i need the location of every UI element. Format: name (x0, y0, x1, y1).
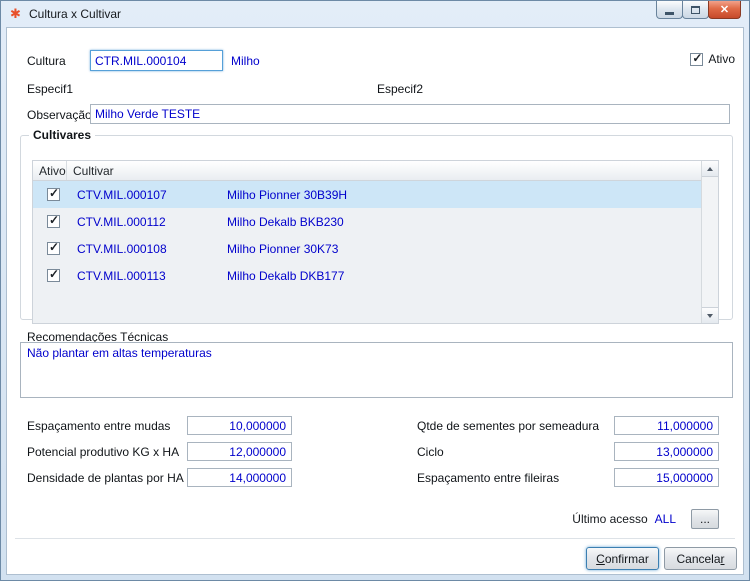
ultimo-acesso-field: Último acesso ALL ... (572, 509, 719, 529)
cultivar-name: Milho Pionner 30K73 (227, 242, 339, 256)
titlebar: ✱ Cultura x Cultivar (1, 1, 749, 26)
cultivar-code: CTV.MIL.000108 (77, 242, 167, 256)
cultura-input[interactable] (90, 50, 223, 71)
scroll-down-button[interactable] (702, 307, 718, 323)
app-icon: ✱ (10, 6, 21, 21)
cultura-label: Cultura (27, 54, 66, 68)
ativo-checkbox[interactable] (690, 51, 704, 66)
metric-label: Qtde de sementes por semeadura (417, 418, 600, 433)
confirm-button[interactable]: Confirmar (586, 547, 659, 570)
window-title: Cultura x Cultivar (29, 6, 122, 21)
cultivar-name: Milho Pionner 30B39H (227, 188, 348, 202)
browse-button[interactable]: ... (691, 509, 719, 529)
cancel-button[interactable]: Cancelar (664, 547, 737, 570)
scroll-up-icon (707, 166, 713, 171)
cultivar-name: Milho Dekalb BKB230 (227, 215, 344, 229)
dialog-cultura-x-cultivar: ✱ Cultura x Cultivar ✕ Cultura Milho Ati… (0, 0, 750, 581)
metric-row: Densidade de plantas por HA 14,000000 (20, 468, 292, 487)
table-row[interactable]: CTV.MIL.000112 Milho Dekalb BKB230 (33, 208, 701, 235)
metric-value-input[interactable]: 10,000000 (187, 416, 292, 435)
metric-label: Espaçamento entre mudas (27, 418, 171, 433)
metric-label: Densidade de plantas por HA (27, 470, 184, 485)
cultivares-table: Ativo Cultivar CTV.MIL.000107 Milho Pion… (32, 160, 719, 324)
scroll-up-button[interactable] (702, 161, 718, 177)
metric-value-input[interactable]: 13,000000 (614, 442, 719, 461)
metric-label: Espaçamento entre fileiras (417, 470, 560, 485)
metric-value-input[interactable]: 11,000000 (614, 416, 719, 435)
dialog-content: Cultura Milho Ativo Especif1 Especif2 Ob… (6, 27, 744, 575)
table-scrollbar[interactable] (701, 161, 718, 323)
table-row[interactable]: CTV.MIL.000108 Milho Pionner 30K73 (33, 235, 701, 262)
column-header-ativo: Ativo (33, 161, 67, 180)
row-ativo-checkbox[interactable] (47, 213, 60, 228)
maximize-button[interactable] (682, 1, 709, 19)
row-ativo-checkbox[interactable] (47, 186, 60, 201)
close-icon: ✕ (719, 3, 730, 16)
metric-label: Potencial produtivo KG x HA (27, 444, 180, 459)
column-header-cultivar: Cultivar (73, 164, 114, 178)
cultivar-code: CTV.MIL.000107 (77, 188, 167, 202)
minimize-button[interactable] (656, 1, 683, 19)
metric-row: Espaçamento entre mudas 10,000000 (20, 416, 292, 435)
minimize-icon (665, 11, 674, 15)
metric-value-input[interactable]: 14,000000 (187, 468, 292, 487)
cultivares-group: Cultivares Ativo Cultivar CTV.MIL.000107… (20, 128, 733, 324)
table-row[interactable]: CTV.MIL.000113 Milho Dekalb DKB177 (33, 262, 701, 289)
cultivar-code: CTV.MIL.000112 (77, 215, 166, 229)
ultimo-acesso-label: Último acesso (572, 512, 648, 526)
table-header: Ativo Cultivar (33, 161, 701, 181)
ultimo-acesso-value: ALL (654, 512, 676, 526)
table-body: CTV.MIL.000107 Milho Pionner 30B39H CTV.… (33, 181, 701, 323)
cultivar-name: Milho Dekalb DKB177 (227, 269, 345, 283)
metric-row: Ciclo 13,000000 (412, 442, 719, 461)
metric-row: Espaçamento entre fileiras 15,000000 (412, 468, 719, 487)
recomendacoes-textarea[interactable] (20, 342, 733, 398)
cultura-description: Milho (231, 54, 260, 68)
row-ativo-checkbox[interactable] (47, 240, 60, 255)
observacao-label: Observação (27, 108, 92, 122)
maximize-icon (691, 5, 700, 14)
metric-row: Potencial produtivo KG x HA 12,000000 (20, 442, 292, 461)
metric-row: Qtde de sementes por semeadura 11,000000 (412, 416, 719, 435)
especif1-label: Especif1 (27, 82, 74, 96)
metric-value-input[interactable]: 15,000000 (614, 468, 719, 487)
metrics-left-column: Espaçamento entre mudas 10,000000 Potenc… (20, 416, 292, 494)
row-ativo-checkbox[interactable] (47, 267, 60, 282)
ativo-field: Ativo (690, 51, 735, 66)
metric-value-input[interactable]: 12,000000 (187, 442, 292, 461)
especif2-label: Especif2 (377, 82, 424, 96)
observacao-input[interactable] (90, 104, 730, 124)
table-row[interactable]: CTV.MIL.000107 Milho Pionner 30B39H (33, 181, 701, 208)
metric-label: Ciclo (417, 444, 444, 459)
metrics-right-column: Qtde de sementes por semeadura 11,000000… (412, 416, 719, 494)
cultivar-code: CTV.MIL.000113 (77, 269, 166, 283)
footer-divider (15, 538, 735, 539)
ativo-label: Ativo (708, 52, 735, 66)
close-button[interactable]: ✕ (708, 1, 741, 19)
cultivares-legend: Cultivares (33, 128, 92, 142)
window-controls: ✕ (656, 1, 741, 19)
scroll-down-icon (707, 313, 713, 318)
